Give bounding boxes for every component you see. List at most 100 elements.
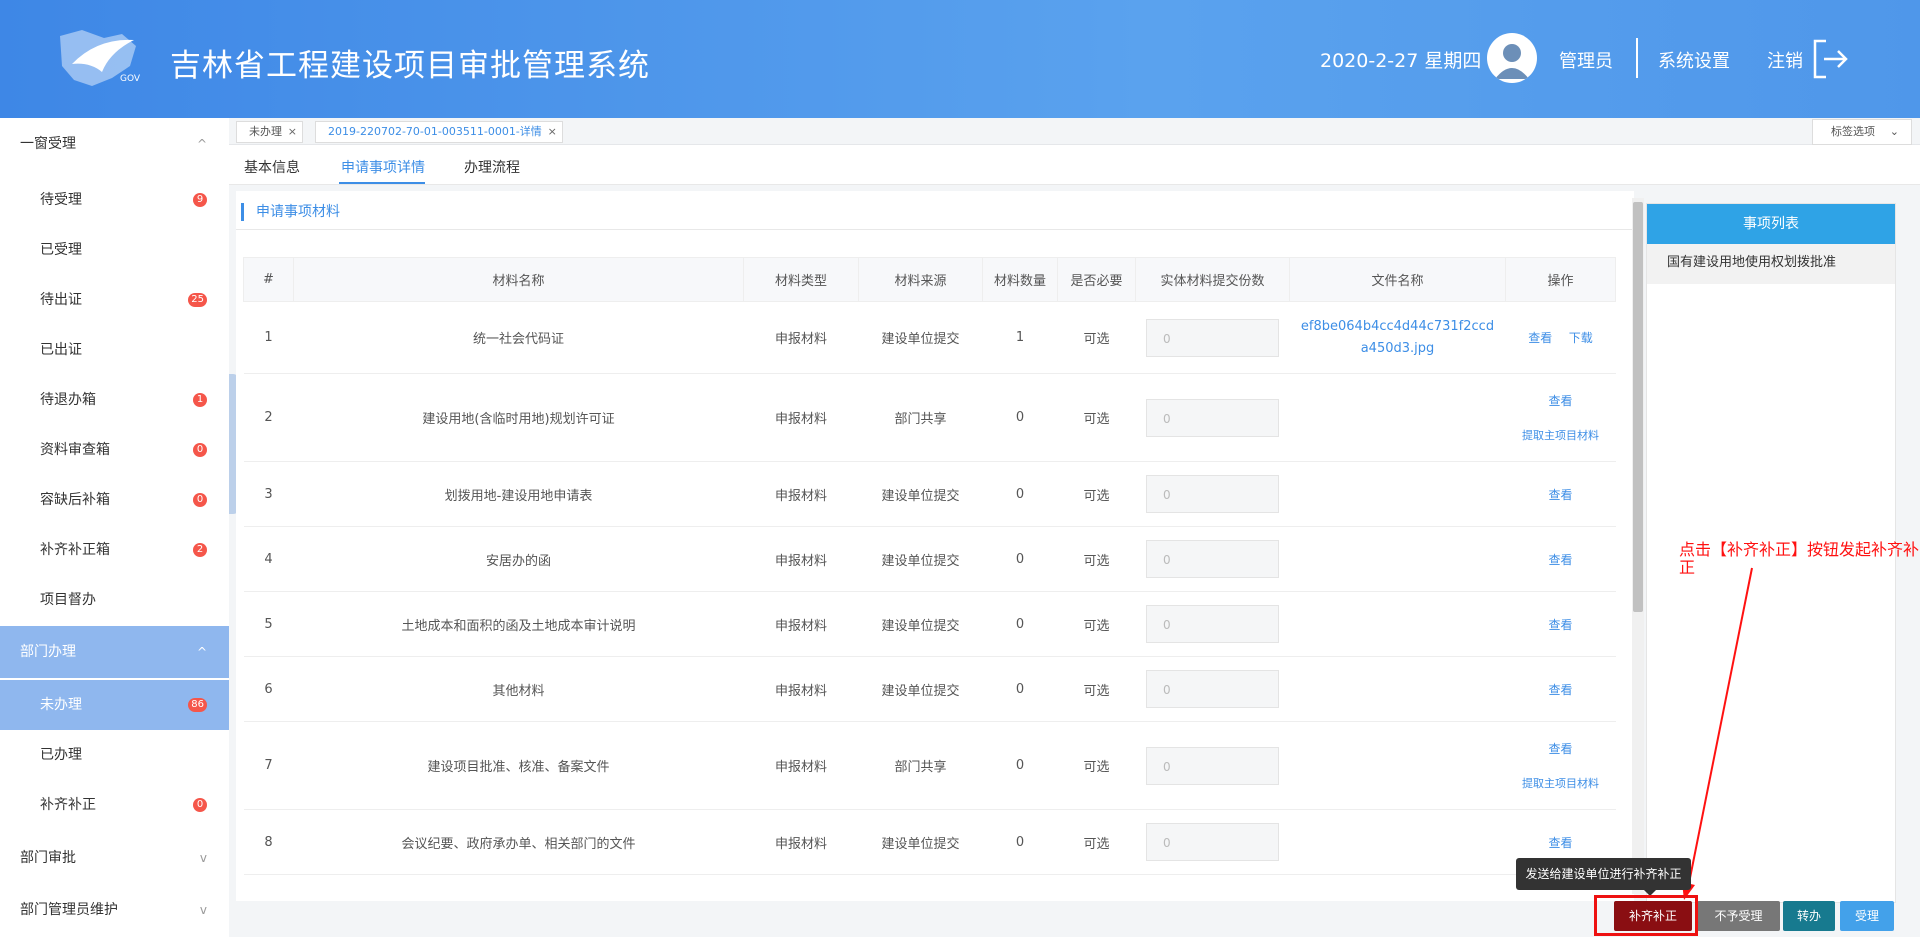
table-row: 2 建设用地(含临时用地)规划许可证 申报材料 部门共享 0 可选 0 查看 提取…: [243, 373, 1616, 462]
close-icon[interactable]: ×: [548, 122, 557, 142]
cell-ops: 查看 提取主项目材料: [1505, 373, 1616, 462]
cell-copies: 0: [1135, 373, 1290, 462]
extract-main-material-link[interactable]: 提取主项目材料: [1506, 775, 1616, 791]
logout-icon[interactable]: [1812, 38, 1850, 80]
sidebar-item-defect-box[interactable]: 容缺后补箱 0: [0, 475, 229, 525]
tab-unhandled[interactable]: 未办理 ×: [236, 121, 303, 143]
scrollbar-thumb[interactable]: [1633, 202, 1643, 612]
cell-no: 2: [243, 373, 294, 462]
cell-type: 申报材料: [743, 591, 859, 657]
copies-input[interactable]: 0: [1146, 605, 1279, 643]
logout-link[interactable]: 注销: [1767, 47, 1803, 73]
count-badge: 86: [188, 698, 207, 712]
sidebar-item-certified[interactable]: 已出证: [0, 325, 229, 375]
table-header-row: # 材料名称 材料类型 材料来源 材料数量 是否必要 实体材料提交份数 文件名称…: [243, 257, 1616, 302]
supplement-button[interactable]: 补齐补正: [1614, 901, 1692, 931]
item-list-entry[interactable]: 国有建设用地使用权划拨批准: [1647, 244, 1895, 284]
cell-count: 0: [982, 656, 1058, 722]
view-link[interactable]: 查看: [1506, 392, 1616, 409]
subtab-basic-info[interactable]: 基本信息: [244, 157, 300, 177]
sidebar-item-supplement[interactable]: 补齐补正 0: [0, 780, 229, 830]
cell-type: 申报材料: [743, 526, 859, 592]
svg-text:GOV: GOV: [120, 74, 141, 84]
cell-count: 0: [982, 461, 1058, 527]
tab-detail[interactable]: 2019-220702-70-01-003511-0001-详情 ×: [315, 121, 563, 143]
subtab-application-detail[interactable]: 申请事项详情: [341, 157, 425, 177]
count-badge: 25: [188, 293, 207, 307]
copies-input[interactable]: 0: [1146, 475, 1279, 513]
col-header: 材料来源: [858, 257, 983, 302]
extract-main-material-link[interactable]: 提取主项目材料: [1506, 427, 1616, 443]
cell-type: 申报材料: [743, 301, 859, 374]
view-link[interactable]: 查看: [1548, 836, 1572, 850]
sidebar-item-unhandled[interactable]: 未办理 86: [0, 680, 229, 730]
view-link[interactable]: 查看: [1506, 740, 1616, 757]
sidebar-group-window[interactable]: 一窗受理 ^: [0, 118, 229, 170]
close-icon[interactable]: ×: [288, 122, 297, 142]
cell-ops: 查看 下载: [1505, 301, 1616, 374]
copies-input[interactable]: 0: [1146, 823, 1279, 861]
cell-required: 可选: [1057, 301, 1136, 374]
cell-source: 建设单位提交: [858, 591, 983, 657]
cell-ops: 查看: [1505, 526, 1616, 592]
sidebar-group-approval[interactable]: 部门审批 v: [0, 832, 229, 884]
user-name[interactable]: 管理员: [1559, 47, 1613, 73]
copies-input[interactable]: 0: [1146, 398, 1279, 437]
cell-copies: 0: [1135, 461, 1290, 527]
cell-ops: 查看 提取主项目材料: [1505, 721, 1616, 810]
download-link[interactable]: 下载: [1569, 331, 1593, 345]
view-link[interactable]: 查看: [1548, 618, 1572, 632]
cell-name: 安居办的函: [293, 526, 744, 592]
vertical-scrollbar[interactable]: [1632, 198, 1644, 894]
sidebar-item-pending[interactable]: 待受理 9: [0, 175, 229, 225]
sidebar-group-department[interactable]: 部门办理 ^: [0, 626, 229, 678]
cell-name: 会议纪要、政府承办单、相关部门的文件: [293, 809, 744, 875]
cell-count: 0: [982, 721, 1058, 810]
file-link[interactable]: ef8be064b4cc4d44c731f2ccda450d3.jpg: [1290, 316, 1506, 360]
sidebar-item-to-certify[interactable]: 待出证 25: [0, 275, 229, 325]
copies-input[interactable]: 0: [1146, 746, 1279, 785]
copies-input[interactable]: 0: [1146, 318, 1279, 357]
user-avatar-icon[interactable]: [1487, 33, 1537, 83]
tab-options-dropdown[interactable]: 标签选项 ⌄: [1812, 119, 1912, 145]
cell-ops: 查看: [1505, 591, 1616, 657]
copies-input[interactable]: 0: [1146, 540, 1279, 578]
sidebar-item-return-box[interactable]: 待退办箱 1: [0, 375, 229, 425]
table-row: 6 其他材料 申报材料 建设单位提交 0 可选 0 查看: [243, 656, 1616, 722]
sidebar-item-review-box[interactable]: 资料审查箱 0: [0, 425, 229, 475]
sidebar-item-supplement-box[interactable]: 补齐补正箱 2: [0, 525, 229, 575]
sidebar-group-admin[interactable]: 部门管理员维护 v: [0, 884, 229, 936]
view-link[interactable]: 查看: [1548, 553, 1572, 567]
sidebar: 一窗受理 ^ 待受理 9 已受理 待出证 25 已出证 待退办箱 1 资料审查箱 0 容缺…: [0, 118, 229, 937]
transfer-button[interactable]: 转办: [1783, 901, 1835, 931]
count-badge: 0: [193, 798, 207, 812]
header-date: 2020-2-27 星期四: [1320, 50, 1482, 72]
materials-panel: 申请事项材料 # 材料名称 材料类型 材料来源 材料数量 是否必要 实体材料提交…: [236, 191, 1634, 901]
cell-count: 0: [982, 809, 1058, 875]
sidebar-item-supervise[interactable]: 项目督办: [0, 575, 229, 625]
copies-input[interactable]: 0: [1146, 670, 1279, 708]
cell-name: 其他材料: [293, 656, 744, 722]
sidebar-item-handled[interactable]: 已办理: [0, 730, 229, 780]
subtab-process[interactable]: 办理流程: [464, 157, 520, 177]
accept-button[interactable]: 受理: [1840, 901, 1894, 931]
settings-link[interactable]: 系统设置: [1658, 47, 1730, 73]
cell-source: 部门共享: [858, 373, 983, 462]
cell-source: 建设单位提交: [858, 301, 983, 374]
view-link[interactable]: 查看: [1528, 331, 1552, 345]
count-badge: 2: [193, 543, 207, 557]
cell-name: 统一社会代码证: [293, 301, 744, 374]
reject-button[interactable]: 不予受理: [1697, 901, 1780, 931]
view-link[interactable]: 查看: [1548, 683, 1572, 697]
section-title: 申请事项材料: [241, 203, 340, 221]
sidebar-item-accepted[interactable]: 已受理: [0, 225, 229, 275]
cell-file: [1289, 461, 1506, 527]
cell-name: 划拨用地-建设用地申请表: [293, 461, 744, 527]
main-area: 未办理 × 2019-220702-70-01-003511-0001-详情 × 标…: [229, 118, 1920, 937]
cell-no: 7: [243, 721, 294, 810]
col-header: 材料数量: [982, 257, 1058, 302]
cell-no: 8: [243, 809, 294, 875]
cell-required: 可选: [1057, 373, 1136, 462]
view-link[interactable]: 查看: [1548, 488, 1572, 502]
chevron-down-icon: v: [199, 851, 207, 865]
